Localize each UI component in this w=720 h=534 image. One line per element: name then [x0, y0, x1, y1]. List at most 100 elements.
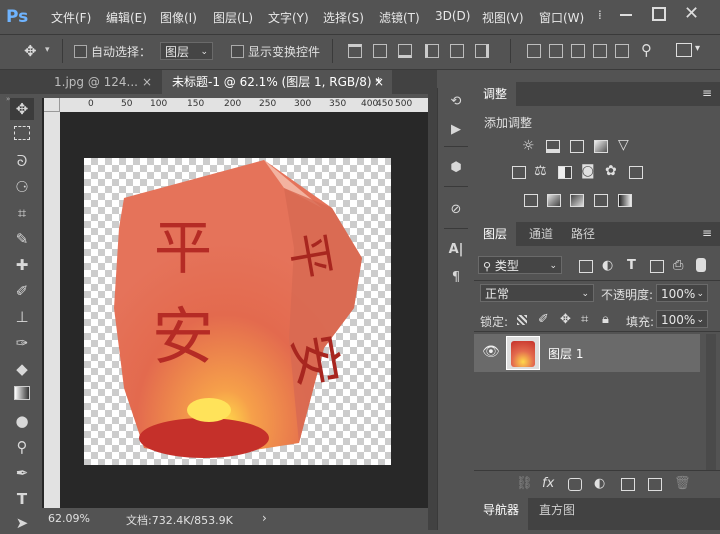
visibility-eye-icon[interactable]: 👁︎ [482, 344, 500, 360]
paragraph-icon[interactable]: ¶ [446, 268, 466, 288]
tab-histogram[interactable]: 直方图 [530, 498, 584, 522]
lock-position-icon[interactable]: ✥ [560, 313, 571, 327]
hue-saturation-icon[interactable] [512, 166, 526, 179]
lock-image-icon[interactable]: ✐ [538, 313, 549, 327]
brightness-contrast-icon[interactable]: ☼ [522, 138, 535, 154]
curves-icon[interactable] [570, 140, 584, 153]
status-menu-arrow[interactable]: › [262, 511, 267, 525]
layer-row[interactable]: 👁︎ 图层 1 [474, 334, 700, 372]
layer-filter-dropdown[interactable]: ⚲ 类型 ⌄ [478, 256, 562, 274]
character-icon[interactable]: A| [446, 240, 466, 260]
menu-layer[interactable]: 图层(L) [213, 9, 253, 26]
search-icon[interactable]: ⚲ [641, 41, 652, 59]
link-layers-icon[interactable]: ⛓ [516, 477, 533, 491]
pen-tool-icon[interactable]: ✒ [10, 462, 34, 484]
layer-name[interactable]: 图层 1 [548, 345, 583, 362]
zoom-level[interactable]: 62.09% [48, 512, 90, 525]
more-menu-icon[interactable]: ⁞ [598, 8, 602, 22]
color-lookup-icon[interactable] [629, 166, 643, 179]
add-mask-icon[interactable] [568, 478, 582, 491]
new-group-icon[interactable] [621, 478, 635, 491]
menu-edit[interactable]: 编辑(E) [106, 9, 147, 26]
filter-pixel-icon[interactable] [579, 260, 593, 273]
filter-shape-icon[interactable] [650, 260, 664, 273]
actions-play-icon[interactable]: ▶ [446, 120, 466, 140]
lock-artboard-icon[interactable]: ⌗ [581, 313, 588, 327]
menu-file[interactable]: 文件(F) [51, 9, 91, 26]
new-layer-icon[interactable] [648, 478, 662, 491]
vibrance-icon[interactable]: ▽ [618, 137, 629, 153]
auto-select-checkbox[interactable] [74, 45, 87, 58]
history-brush-tool-icon[interactable]: ✑ [10, 332, 34, 354]
distribute-vcenter-icon[interactable] [549, 44, 563, 58]
levels-icon[interactable] [546, 140, 560, 153]
distribute-bottom-icon[interactable] [571, 44, 585, 58]
tool-preset-dropdown-icon[interactable]: ▾ [45, 45, 50, 55]
menu-3d[interactable]: 3D(D) [435, 9, 470, 23]
align-right-icon[interactable] [475, 44, 489, 58]
filter-smart-object-icon[interactable]: ⎙ [673, 259, 683, 273]
fill-input[interactable]: 100% ⌄ [656, 310, 708, 328]
dodge-tool-icon[interactable]: ⚲ [10, 436, 34, 458]
align-left-icon[interactable] [425, 44, 439, 58]
panel-menu-icon[interactable]: ≡ [702, 226, 712, 240]
menu-type[interactable]: 文字(Y) [268, 9, 309, 26]
invert-icon[interactable] [524, 194, 538, 207]
quick-select-tool-icon[interactable]: ⚆ [10, 176, 34, 198]
menu-window[interactable]: 窗口(W) [539, 9, 584, 26]
tab-layers[interactable]: 图层 [474, 222, 517, 246]
3d-icon[interactable]: ⬢ [446, 158, 466, 178]
properties-icon[interactable]: ⊘ [446, 200, 466, 220]
layers-scrollbar[interactable] [706, 334, 716, 472]
tab-channels[interactable]: 通道 [520, 222, 562, 246]
tab-adjustments[interactable]: 调整 [474, 82, 517, 106]
path-selection-tool-icon[interactable]: ➤ [10, 512, 34, 534]
fx-icon[interactable]: fx [542, 477, 554, 491]
blend-mode-dropdown[interactable]: 正常 ⌄ [480, 284, 594, 302]
channel-mixer-icon[interactable]: ✿ [605, 163, 617, 179]
exposure-icon[interactable] [594, 140, 608, 153]
workspace-dropdown-icon[interactable]: ▾ [695, 43, 700, 54]
distribute-left-icon[interactable] [593, 44, 607, 58]
healing-brush-tool-icon[interactable]: ✚ [10, 254, 34, 276]
gradient-tool-icon[interactable] [10, 384, 34, 406]
tab-paths[interactable]: 路径 [562, 222, 604, 246]
photo-filter-icon[interactable]: ◙ [581, 163, 595, 179]
filter-type-icon[interactable]: T [627, 259, 636, 273]
menu-filter[interactable]: 滤镜(T) [379, 9, 420, 26]
horizontal-ruler[interactable]: 0 50 100 150 200 250 300 350 400 450 500 [60, 98, 428, 112]
align-bottom-icon[interactable] [398, 44, 412, 58]
history-icon[interactable]: ⟲ [446, 92, 466, 112]
align-hcenter-icon[interactable] [450, 44, 464, 58]
close-tab-icon[interactable]: × [142, 70, 152, 94]
maximize-icon[interactable] [652, 7, 666, 21]
blur-tool-icon[interactable]: ● [10, 410, 34, 432]
marquee-tool-icon[interactable] [10, 124, 34, 146]
lock-transparent-icon[interactable] [517, 315, 527, 325]
lasso-tool-icon[interactable]: ᘐ [10, 150, 34, 172]
close-tab-icon[interactable]: × [374, 70, 384, 94]
minimize-icon[interactable] [620, 14, 632, 16]
type-tool-icon[interactable]: T [10, 488, 34, 510]
filter-adjustment-icon[interactable]: ◐ [602, 259, 613, 273]
menu-select[interactable]: 选择(S) [323, 9, 364, 26]
delete-layer-icon[interactable]: 🗑︎ [674, 477, 691, 491]
auto-select-target-dropdown[interactable]: 图层 ⌄ [160, 42, 213, 60]
tab-1jpg[interactable]: 1.jpg @ 124... × [44, 70, 162, 94]
move-tool-icon[interactable]: ✥ [10, 98, 34, 120]
selective-color-icon[interactable] [594, 194, 608, 207]
color-balance-icon[interactable]: ⚖ [534, 163, 547, 179]
posterize-icon[interactable] [547, 194, 561, 207]
tab-untitled-1[interactable]: 未标题-1 @ 62.1% (图层 1, RGB/8) * × [162, 70, 392, 94]
vertical-ruler[interactable] [44, 112, 60, 508]
eyedropper-tool-icon[interactable]: ✎ [10, 228, 34, 250]
align-vcenter-icon[interactable] [373, 44, 387, 58]
tab-navigator[interactable]: 导航器 [474, 498, 529, 530]
distribute-right-icon[interactable] [615, 44, 629, 58]
opacity-input[interactable]: 100% ⌄ [656, 284, 708, 302]
document-canvas[interactable]: 平 安 平 安 [84, 158, 391, 465]
clone-stamp-tool-icon[interactable]: ⊥ [10, 306, 34, 328]
new-adjustment-layer-icon[interactable]: ◐ [594, 477, 605, 491]
brush-tool-icon[interactable]: ✐ [10, 280, 34, 302]
align-top-icon[interactable] [348, 44, 362, 58]
